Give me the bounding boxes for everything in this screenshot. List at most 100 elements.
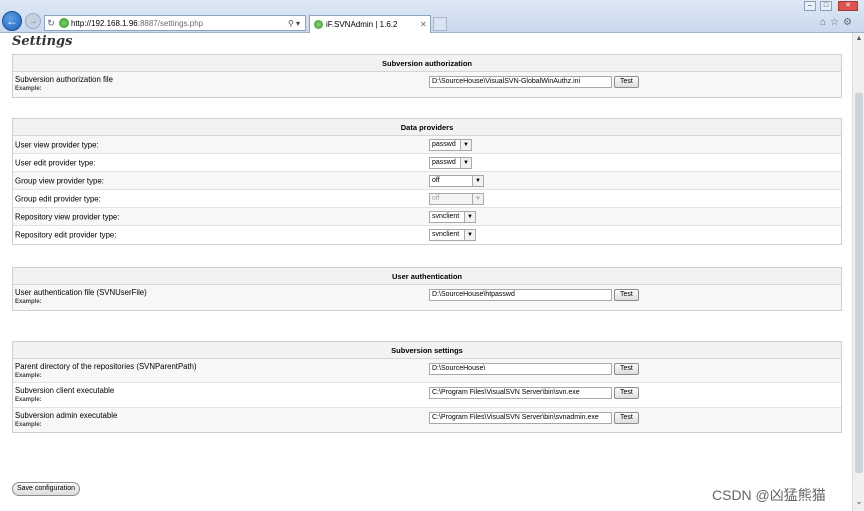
section-heading: Subversion settings — [13, 342, 841, 359]
setting-controls: D:\SourceHouse\ Test — [429, 363, 639, 375]
setting-label: Subversion authorization file — [15, 75, 113, 84]
provider-row: Group view provider type: off ▼ — [13, 172, 841, 190]
page-content: Settings Subversion authorization Subver… — [0, 33, 852, 511]
forward-arrow-icon[interactable]: → — [25, 13, 41, 29]
chevron-down-icon[interactable]: ⌄ — [853, 496, 864, 507]
section-subversion-settings: Subversion settings Parent directory of … — [12, 341, 842, 433]
select-value: svnclient — [432, 212, 460, 220]
setting-label: User view provider type: — [15, 140, 99, 149]
provider-select[interactable]: passwd ▼ — [429, 138, 472, 151]
provider-select[interactable]: svnclient ▼ — [429, 210, 476, 223]
setting-controls: svnclient ▼ — [429, 229, 476, 241]
save-configuration-button[interactable]: Save configuration — [12, 482, 80, 496]
scroll-up-icon[interactable]: ▲ — [853, 35, 864, 42]
address-url[interactable]: http://192.168.1.96:8887/settings.php — [71, 19, 283, 28]
provider-select[interactable]: svnclient ▼ — [429, 229, 476, 241]
provider-row: User edit provider type: passwd ▼ — [13, 154, 841, 172]
gear-icon[interactable]: ⚙ — [843, 17, 852, 28]
select-value: passwd — [432, 140, 456, 148]
chevron-down-icon: ▼ — [464, 230, 475, 240]
setting-row: Subversion admin executable Example: C:\… — [13, 408, 841, 432]
chevron-down-icon: ▼ — [464, 211, 475, 222]
watermark: CSDN @凶猛熊猫 — [712, 487, 826, 503]
setting-label: Parent directory of the repositories (SV… — [15, 362, 197, 371]
test-button[interactable]: Test — [614, 363, 639, 375]
provider-select[interactable]: off ▼ — [429, 174, 484, 187]
setting-controls: passwd ▼ — [429, 138, 472, 151]
setting-label: Subversion client executable — [15, 386, 115, 395]
tab-settings[interactable]: iF.SVNAdmin | 1.6.2 ✕ — [309, 15, 431, 33]
tab-site-icon — [314, 20, 323, 29]
star-icon[interactable]: ☆ — [830, 17, 839, 28]
refresh-icon[interactable]: ↻ — [45, 18, 57, 29]
browser-chrome: ← → ↻ http://192.168.1.96:8887/settings.… — [0, 0, 864, 33]
address-bar[interactable]: ↻ http://192.168.1.96:8887/settings.php … — [44, 15, 306, 31]
maximize-icon[interactable]: □ — [820, 1, 832, 11]
setting-controls: C:\Program Files\VisualSVN Server\bin\sv… — [429, 412, 639, 424]
parent-path-input[interactable]: D:\SourceHouse\ — [429, 363, 612, 375]
user-file-input[interactable]: D:\SourceHouse\htpasswd — [429, 289, 612, 301]
setting-row: User authentication file (SVNUserFile) E… — [13, 285, 841, 310]
test-button[interactable]: Test — [614, 289, 639, 301]
scrollbar-thumb[interactable] — [855, 93, 863, 473]
example-label: Example: — [15, 299, 42, 305]
setting-controls: D:\SourceHouse\VisualSVN-GlobalWinAuthz.… — [429, 76, 639, 88]
window-close-icon[interactable]: ✕ — [838, 1, 858, 11]
svn-client-input[interactable]: C:\Program Files\VisualSVN Server\bin\sv… — [429, 387, 612, 399]
setting-label: Subversion admin executable — [15, 411, 118, 420]
provider-select[interactable]: off ▼ — [429, 192, 484, 205]
setting-label: Group view provider type: — [15, 176, 104, 185]
toolbar-icons: ⌂ ☆ ⚙ — [820, 17, 852, 28]
setting-controls: off ▼ — [429, 174, 484, 187]
authz-file-input[interactable]: D:\SourceHouse\VisualSVN-GlobalWinAuthz.… — [429, 76, 612, 88]
site-icon — [59, 18, 69, 28]
example-label: Example: — [15, 86, 42, 92]
svn-admin-input[interactable]: C:\Program Files\VisualSVN Server\bin\sv… — [429, 412, 612, 424]
select-value: off — [432, 176, 440, 184]
setting-label: User edit provider type: — [15, 158, 96, 167]
example-label: Example: — [15, 422, 42, 428]
provider-row: Group edit provider type: off ▼ — [13, 190, 841, 208]
select-value: off — [432, 194, 440, 202]
section-subversion-authorization: Subversion authorization Subversion auth… — [12, 54, 842, 98]
setting-label: Repository edit provider type: — [15, 230, 117, 240]
chevron-down-icon: ▼ — [472, 193, 483, 204]
section-user-authentication: User authentication User authentication … — [12, 267, 842, 311]
provider-row: Repository edit provider type: svnclient… — [13, 226, 841, 244]
example-label: Example: — [15, 373, 42, 379]
setting-controls: C:\Program Files\VisualSVN Server\bin\sv… — [429, 387, 639, 399]
page-title: Settings — [12, 34, 73, 49]
tab-title: iF.SVNAdmin | 1.6.2 — [326, 20, 398, 29]
test-button[interactable]: Test — [614, 387, 639, 399]
section-data-providers: Data providers User view provider type: … — [12, 118, 842, 245]
setting-row: Subversion client executable Example: C:… — [13, 383, 841, 408]
section-heading: Data providers — [13, 119, 841, 136]
chevron-down-icon: ▼ — [472, 175, 483, 186]
chevron-down-icon: ▼ — [460, 139, 471, 150]
provider-row: Repository view provider type: svnclient… — [13, 208, 841, 226]
test-button[interactable]: Test — [614, 412, 639, 424]
setting-label: User authentication file (SVNUserFile) — [15, 288, 147, 297]
search-dropdown-icon[interactable]: ⚲ ▾ — [283, 19, 305, 28]
setting-controls: passwd ▼ — [429, 156, 472, 169]
chevron-down-icon: ▼ — [460, 157, 471, 168]
section-heading: User authentication — [13, 268, 841, 285]
new-tab-button[interactable] — [433, 17, 447, 31]
setting-controls: off ▼ — [429, 192, 484, 205]
vertical-scrollbar[interactable]: ▲ ⌄ — [852, 33, 864, 511]
select-value: passwd — [432, 158, 456, 166]
setting-row: Parent directory of the repositories (SV… — [13, 359, 841, 383]
home-icon[interactable]: ⌂ — [820, 17, 826, 28]
setting-row: Subversion authorization file Example: D… — [13, 72, 841, 97]
setting-controls: D:\SourceHouse\htpasswd Test — [429, 289, 639, 301]
example-label: Example: — [15, 397, 42, 403]
url-host: http://192.168.1.96 — [71, 18, 138, 28]
setting-label: Group edit provider type: — [15, 194, 101, 203]
setting-label: Repository view provider type: — [15, 212, 120, 221]
back-arrow-icon[interactable]: ← — [2, 11, 22, 31]
section-heading: Subversion authorization — [13, 55, 841, 72]
provider-select[interactable]: passwd ▼ — [429, 156, 472, 169]
close-icon[interactable]: ✕ — [420, 20, 430, 29]
test-button[interactable]: Test — [614, 76, 639, 88]
minimize-icon[interactable]: – — [804, 1, 816, 11]
